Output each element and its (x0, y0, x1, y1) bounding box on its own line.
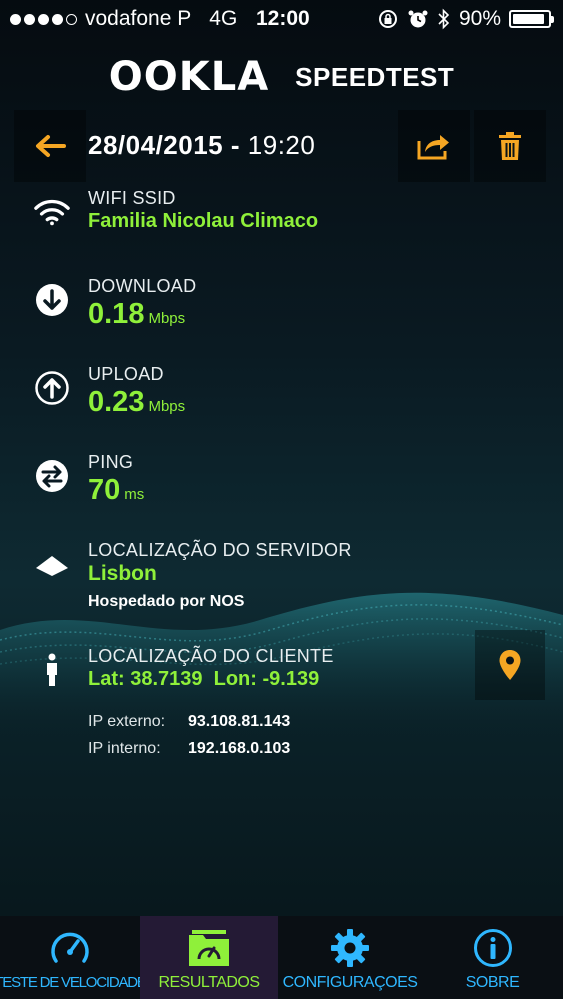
wifi-ssid-value: Familia Nicolau Climaco (88, 210, 319, 232)
tab-results-label: RESULTADOS (158, 974, 260, 991)
back-button[interactable] (14, 110, 86, 182)
result-time: 19:20 (247, 130, 316, 160)
tab-settings-label: CONFIGURAÇOES (282, 974, 418, 991)
battery-percent: 90% (458, 7, 501, 30)
trash-icon (499, 132, 521, 160)
signal-strength-icon (10, 13, 77, 25)
tab-about-label: SOBRE (465, 974, 520, 991)
ping-unit: ms (124, 486, 145, 503)
battery-icon (509, 10, 554, 28)
info-icon (473, 928, 513, 968)
gear-icon (330, 928, 370, 968)
download-value: 0.18 (88, 298, 145, 330)
carrier-name: vodafone P (85, 7, 192, 30)
ip-external-value: 93.108.81.143 (188, 713, 291, 730)
upload-value: 0.23 (88, 386, 145, 418)
result-date: 28/04/2015 (88, 130, 224, 160)
server-host: Hospedado por NOS (88, 593, 245, 610)
client-location-label: LOCALIZAÇÃO DO CLIENTE (88, 646, 334, 666)
download-icon (34, 282, 70, 318)
upload-value-group: 0.23 Mbps (88, 386, 185, 419)
wifi-ssid-label: WIFI SSID (88, 188, 176, 208)
alarm-icon (408, 10, 428, 28)
network-type: 4G (209, 7, 238, 30)
ping-value-group: 70 ms (88, 474, 144, 507)
result-datetime: 28/04/2015 - 19:20 (88, 130, 315, 161)
result-header: 28/04/2015 - 19:20 (14, 110, 546, 182)
download-unit: Mbps (148, 310, 186, 327)
tab-about[interactable]: SOBRE (422, 916, 563, 999)
ping-label: PING (88, 452, 134, 472)
wifi-icon (34, 194, 70, 230)
person-icon (34, 652, 70, 688)
speedtest-wordmark: SPEEDTEST (295, 61, 455, 92)
tab-speed-test[interactable]: TESTE DE VELOCIDADE (0, 916, 147, 999)
rotation-lock-icon (378, 10, 397, 28)
folder-gauge-icon (187, 928, 231, 968)
bottom-nav: TESTE DE VELOCIDADE RESULTADOS CONFIGURA… (0, 916, 563, 999)
ookla-logo: OOKLA (108, 54, 270, 100)
share-icon (417, 135, 449, 160)
upload-unit: Mbps (148, 398, 186, 415)
ping-icon (34, 458, 70, 494)
ping-value: 70 (88, 474, 121, 506)
ip-internal-value: 192.168.0.103 (188, 740, 291, 757)
ip-internal-label: IP interno: (88, 740, 161, 757)
status-bar: vodafone P 4G 12:00 90% (0, 0, 563, 38)
download-label: DOWNLOAD (88, 276, 197, 296)
tab-settings[interactable]: CONFIGURAÇOES (278, 916, 422, 999)
download-value-group: 0.18 Mbps (88, 298, 185, 331)
arrow-left-icon (36, 135, 66, 157)
tab-speed-test-label: TESTE DE VELOCIDADE (0, 974, 147, 991)
delete-button[interactable] (474, 110, 546, 182)
client-location-value: Lat: 38.7139 Lon: -9.139 (88, 668, 320, 690)
tab-results[interactable]: RESULTADOS (140, 916, 278, 999)
map-button[interactable] (475, 630, 545, 700)
bluetooth-icon (438, 8, 450, 30)
share-button[interactable] (398, 110, 470, 182)
server-location-icon (34, 548, 70, 584)
server-location-label: LOCALIZAÇÃO DO SERVIDOR (88, 540, 352, 560)
server-location-value: Lisbon (88, 562, 157, 585)
ip-external-label: IP externo: (88, 713, 166, 730)
upload-label: UPLOAD (88, 364, 164, 384)
speedometer-icon (49, 928, 91, 968)
location-pin-icon (499, 650, 521, 680)
date-separator: - (230, 130, 241, 160)
status-time: 12:00 (256, 7, 310, 30)
upload-icon (34, 370, 70, 406)
app-logo: OOKLA SPEEDTEST (0, 52, 563, 102)
